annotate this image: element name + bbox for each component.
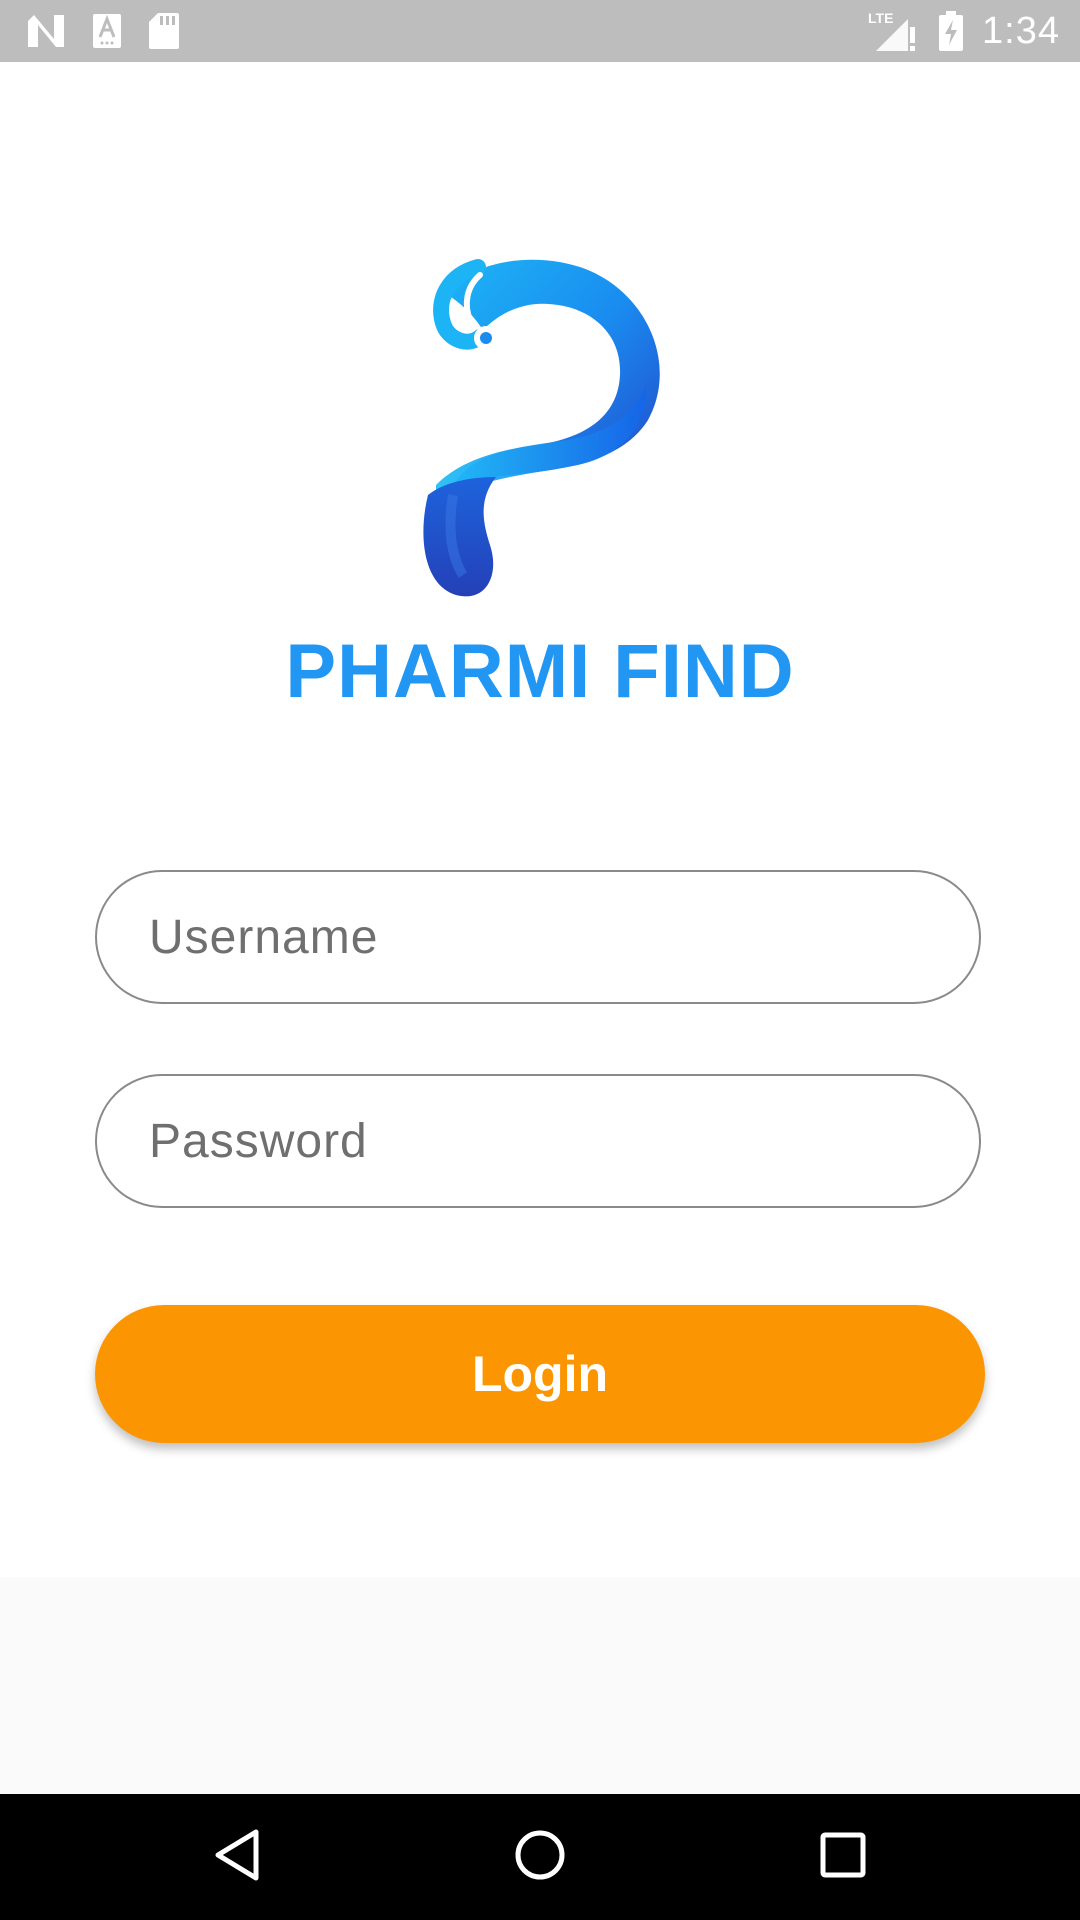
battery-charging-icon [938,10,964,52]
back-button[interactable] [202,1822,272,1892]
back-icon [212,1828,262,1887]
app-title: PHARMI FIND [285,629,795,714]
sd-card-icon [148,12,180,50]
navigation-bar [0,1794,1080,1920]
network-type-label: LTE [868,10,893,26]
username-placeholder: Username [149,910,379,964]
username-field[interactable]: Username [95,870,981,1004]
recents-icon [818,1830,868,1885]
home-icon [513,1828,567,1887]
status-bar: LTE 1:34 [0,0,1080,62]
status-right-icons: LTE 1:34 [868,8,1060,54]
signal-alert-icon: LTE [868,9,920,53]
n-logo-icon [26,13,66,49]
pharmi-logo [408,255,678,600]
footer-area [0,1577,1080,1794]
login-button[interactable]: Login [95,1305,985,1443]
password-field[interactable]: Password [95,1074,981,1208]
recents-button[interactable] [808,1822,878,1892]
status-time: 1:34 [982,9,1060,52]
status-left-icons [26,11,180,51]
home-button[interactable] [505,1822,575,1892]
keyboard-a-icon [92,13,122,49]
password-placeholder: Password [149,1114,368,1168]
